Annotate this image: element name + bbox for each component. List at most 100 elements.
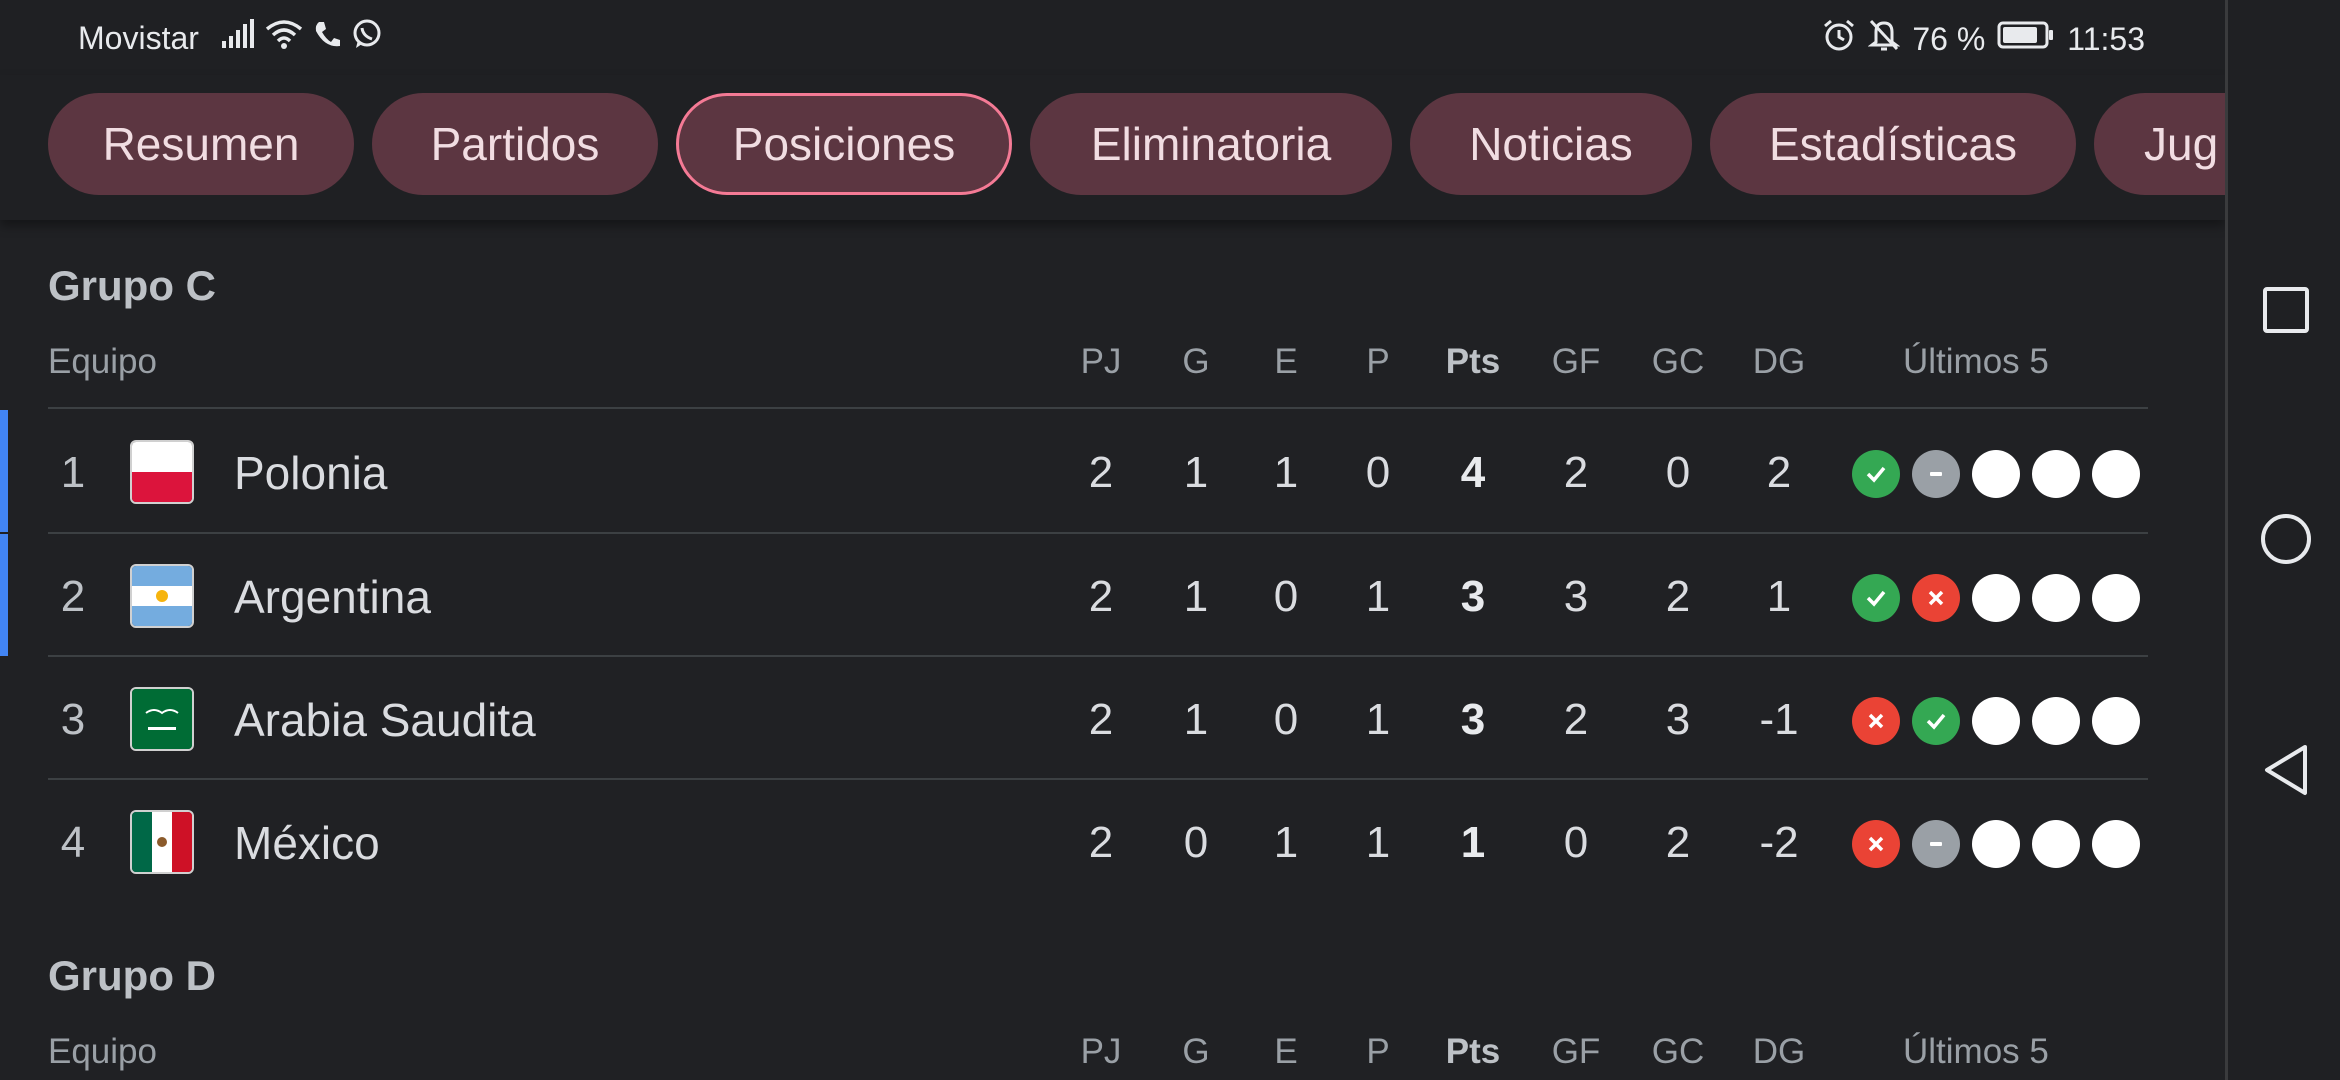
tab-list: Resumen Partidos Posiciones Eliminatoria… bbox=[48, 93, 2225, 195]
signal-icon bbox=[221, 19, 255, 57]
empty-result-icon bbox=[2032, 697, 2080, 745]
empty-result-icon bbox=[2032, 820, 2080, 868]
header-g: G bbox=[1182, 1032, 1210, 1071]
win-check-icon bbox=[1852, 574, 1900, 622]
win-check-icon bbox=[1912, 697, 1960, 745]
header-team: Equipo bbox=[48, 342, 157, 381]
poland-flag-icon bbox=[130, 440, 194, 504]
group-d-standings: Grupo D Equipo PJ G E P Pts GF GC DG Últ… bbox=[48, 952, 2148, 1080]
header-pts: Pts bbox=[1445, 342, 1501, 381]
wins: 0 bbox=[1183, 818, 1209, 867]
wins: 1 bbox=[1183, 695, 1209, 744]
tab-noticias[interactable]: Noticias bbox=[1410, 93, 1692, 195]
last-5-form bbox=[1852, 820, 2140, 868]
empty-result-icon bbox=[2092, 574, 2140, 622]
group-c-standings: Grupo C Equipo PJ G E P Pts GF GC DG Últ… bbox=[0, 262, 2148, 902]
table-header: Equipo PJ G E P Pts GF GC DG Últimos 5 bbox=[48, 1032, 2148, 1080]
empty-result-icon bbox=[2092, 820, 2140, 868]
table-row[interactable]: 3 Arabia Saudita 2 1 0 1 3 2 3 -1 bbox=[48, 657, 2148, 779]
qualified-marker bbox=[0, 534, 8, 656]
status-icons-left bbox=[221, 18, 383, 58]
header-gf: GF bbox=[1551, 1032, 1601, 1071]
header-team: Equipo bbox=[48, 1032, 157, 1071]
group-title: Grupo D bbox=[48, 952, 216, 999]
draw-dash-icon bbox=[1912, 820, 1960, 868]
carrier-name: Movistar bbox=[78, 19, 199, 56]
goals-against: 0 bbox=[1665, 448, 1691, 497]
table-row[interactable]: 2 Argentina 2 1 0 1 3 3 2 1 bbox=[0, 534, 2148, 656]
back-triangle-icon[interactable] bbox=[2258, 742, 2314, 798]
clock-time: 11:53 bbox=[2067, 20, 2145, 57]
team-name: Argentina bbox=[234, 571, 431, 623]
tab-jugadores[interactable]: Jug bbox=[2094, 93, 2225, 195]
losses: 0 bbox=[1365, 448, 1391, 497]
header-e: E bbox=[1274, 1032, 1298, 1071]
losses: 1 bbox=[1365, 818, 1391, 867]
win-check-icon bbox=[1852, 450, 1900, 498]
recents-square-icon[interactable] bbox=[2258, 282, 2314, 338]
rank: 1 bbox=[60, 448, 86, 497]
last-5-form bbox=[1852, 450, 2140, 498]
notifications-off-icon bbox=[1867, 18, 1901, 60]
tab-posiciones[interactable]: Posiciones bbox=[676, 93, 1012, 195]
header-gc: GC bbox=[1651, 342, 1705, 381]
table-row[interactable]: 1 Polonia 2 1 1 0 4 2 0 2 bbox=[0, 410, 2148, 532]
goal-difference: 1 bbox=[1766, 572, 1792, 621]
alarm-icon bbox=[1822, 18, 1856, 60]
rank: 2 bbox=[60, 572, 86, 621]
points: 4 bbox=[1460, 448, 1486, 497]
tab-partidos[interactable]: Partidos bbox=[372, 93, 658, 195]
battery-icon bbox=[1997, 20, 2055, 58]
played: 2 bbox=[1088, 572, 1114, 621]
system-nav-bar bbox=[2225, 0, 2340, 1080]
goals-against: 3 bbox=[1665, 695, 1691, 744]
goals-for: 0 bbox=[1563, 818, 1589, 867]
loss-x-icon bbox=[1912, 574, 1960, 622]
goals-for: 2 bbox=[1563, 695, 1589, 744]
loss-x-icon bbox=[1852, 697, 1900, 745]
wins: 1 bbox=[1183, 572, 1209, 621]
header-e: E bbox=[1274, 342, 1298, 381]
goals-for: 3 bbox=[1563, 572, 1589, 621]
argentina-flag-icon bbox=[130, 564, 194, 628]
qualified-marker bbox=[0, 410, 8, 532]
draws: 0 bbox=[1273, 572, 1299, 621]
empty-result-icon bbox=[1972, 574, 2020, 622]
played: 2 bbox=[1088, 448, 1114, 497]
draws: 1 bbox=[1273, 448, 1299, 497]
draw-dash-icon bbox=[1912, 450, 1960, 498]
empty-result-icon bbox=[2092, 450, 2140, 498]
app-window: Movistar 76 % 11:53 Resumen Partidos Pos… bbox=[0, 0, 2225, 1080]
goal-difference: -2 bbox=[1759, 818, 1799, 867]
tab-estadisticas[interactable]: Estadísticas bbox=[1710, 93, 2076, 195]
group-title: Grupo C bbox=[48, 262, 216, 309]
saudi-arabia-flag-icon bbox=[130, 687, 194, 751]
header-gc: GC bbox=[1651, 1032, 1705, 1071]
whatsapp-icon bbox=[351, 18, 383, 58]
loss-x-icon bbox=[1852, 820, 1900, 868]
table-row[interactable]: 4 México 2 0 1 1 1 0 2 -2 bbox=[48, 780, 2148, 902]
battery-percent: 76 % bbox=[1912, 20, 1986, 57]
mexico-flag-icon bbox=[130, 810, 194, 874]
rank: 3 bbox=[60, 695, 86, 744]
status-left: Movistar bbox=[78, 18, 383, 58]
empty-result-icon bbox=[1972, 697, 2020, 745]
header-last5: Últimos 5 bbox=[1903, 1032, 2049, 1071]
losses: 1 bbox=[1365, 695, 1391, 744]
tab-bar: Resumen Partidos Posiciones Eliminatoria… bbox=[0, 75, 2225, 220]
played: 2 bbox=[1088, 818, 1114, 867]
played: 2 bbox=[1088, 695, 1114, 744]
status-bar: Movistar 76 % 11:53 bbox=[0, 0, 2225, 75]
draws: 0 bbox=[1273, 695, 1299, 744]
points: 3 bbox=[1460, 572, 1486, 621]
empty-result-icon bbox=[2092, 697, 2140, 745]
losses: 1 bbox=[1365, 572, 1391, 621]
tab-eliminatoria[interactable]: Eliminatoria bbox=[1030, 93, 1392, 195]
home-circle-icon[interactable] bbox=[2258, 511, 2314, 567]
header-last5: Últimos 5 bbox=[1903, 342, 2049, 381]
header-pj: PJ bbox=[1080, 342, 1122, 381]
points: 3 bbox=[1460, 695, 1486, 744]
rank: 4 bbox=[60, 818, 86, 867]
header-pj: PJ bbox=[1080, 1032, 1122, 1071]
tab-resumen[interactable]: Resumen bbox=[48, 93, 354, 195]
